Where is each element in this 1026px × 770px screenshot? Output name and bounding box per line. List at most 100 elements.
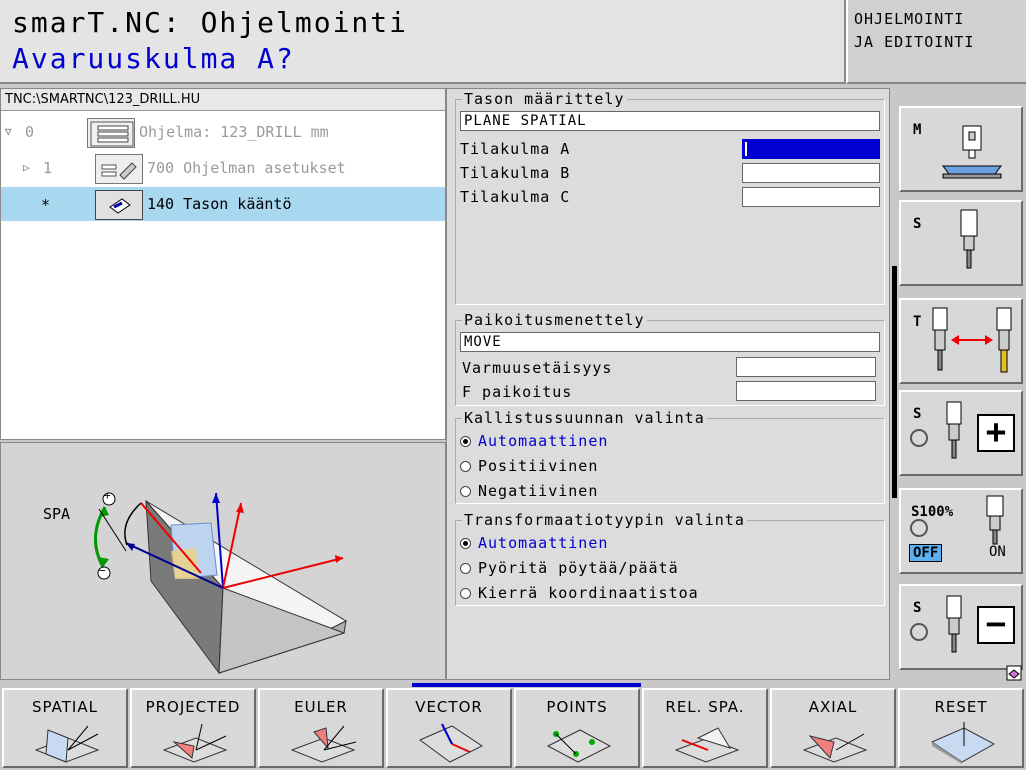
- help-graphic: SPA + −: [0, 442, 446, 680]
- spindle-minus-icon: [910, 595, 962, 653]
- euler-angles-icon: [290, 725, 357, 763]
- group-title: Transformaatiotyypin valinta: [462, 511, 747, 529]
- plane-definition-group: Tason määrittely PLANE SPATIAL Tilakulma…: [455, 90, 885, 305]
- softkey-spindle-override[interactable]: S100% OFF ON: [899, 488, 1023, 574]
- plus-button-symbol: +: [977, 414, 1015, 452]
- vector-icon: [419, 723, 483, 763]
- feed-positioning-input[interactable]: [736, 381, 876, 401]
- radio-dot-icon: [460, 588, 471, 599]
- program-tree: TNC:\SMARTNC\123_DRILL.HU ▽ 0 Ohjelma: 1…: [0, 88, 446, 440]
- angle-a-input[interactable]: [742, 139, 880, 159]
- softkey-vector[interactable]: VECTOR: [386, 688, 512, 768]
- softkey-axial[interactable]: AXIAL: [770, 688, 896, 768]
- tool-change-icon: [932, 307, 1012, 373]
- safety-distance-input[interactable]: [736, 357, 876, 377]
- softkey-label: RESET: [934, 698, 988, 716]
- radio-transform-auto[interactable]: Automaattinen: [460, 534, 608, 552]
- mode-line-2: JA EDITOINTI: [854, 33, 975, 51]
- angle-b-label: Tilakulma B: [460, 164, 571, 182]
- minus-sign: −: [99, 564, 106, 577]
- reset-plane-icon: [930, 722, 996, 764]
- radio-label: Negatiivinen: [478, 482, 599, 500]
- feed-positioning-label: F paikoitus: [462, 383, 573, 401]
- softkey-label: VECTOR: [415, 698, 483, 716]
- radio-dot-icon: [460, 538, 471, 549]
- softkey-page-indicator: [412, 683, 641, 687]
- tree-node-number: *: [41, 196, 51, 214]
- angle-b-input[interactable]: [742, 163, 880, 183]
- positioning-group: Paikoitusmenettely MOVE Varmuusetäisyys …: [455, 311, 885, 406]
- softkey-label: PROJECTED: [145, 698, 241, 716]
- radio-label: Positiivinen: [478, 457, 599, 475]
- axial-icon: [802, 733, 868, 763]
- spa-label: SPA: [43, 505, 71, 523]
- softkey-label: POINTS: [546, 698, 608, 716]
- file-path: TNC:\SMARTNC\123_DRILL.HU: [1, 89, 445, 111]
- spindle-plus-icon: [910, 401, 962, 459]
- softkey-euler[interactable]: EULER: [258, 688, 384, 768]
- projected-plane-icon: [162, 723, 228, 763]
- softkey-projected[interactable]: PROJECTED: [130, 688, 256, 768]
- softkey-label: EULER: [294, 698, 348, 716]
- angle-a-label: Tilakulma A: [460, 140, 571, 158]
- plane-type-field[interactable]: PLANE SPATIAL: [460, 111, 880, 131]
- tree-node-number: 0: [25, 123, 35, 141]
- override-on-toggle[interactable]: ON: [989, 544, 1006, 560]
- softkey-reset[interactable]: RESET: [898, 688, 1024, 768]
- softkey-tool-change[interactable]: T: [899, 298, 1023, 384]
- softkey-spindle[interactable]: S: [899, 200, 1023, 286]
- group-title: Kallistussuunnan valinta: [462, 409, 707, 427]
- radio-label: Kierrä koordinaatistoa: [478, 584, 699, 602]
- softkey-label: T: [913, 314, 922, 330]
- spindle-icon: [986, 495, 1004, 545]
- override-off-toggle[interactable]: OFF: [909, 544, 943, 562]
- radio-tilt-negative[interactable]: Negatiivinen: [460, 482, 598, 500]
- app-title: smarT.NC: Ohjelmointi: [12, 6, 409, 39]
- expand-icon[interactable]: ▽: [5, 125, 12, 138]
- radio-label: Automaattinen: [478, 534, 609, 552]
- mode-line-1: OHJELMOINTI: [854, 10, 965, 28]
- angle-c-input[interactable]: [742, 187, 880, 207]
- softkey-points[interactable]: POINTS: [514, 688, 640, 768]
- softkey-m-function[interactable]: M: [899, 106, 1023, 192]
- expand-icon[interactable]: ▷: [23, 161, 30, 174]
- settings-icon: [95, 154, 143, 184]
- softkey-label: SPATIAL: [32, 698, 98, 716]
- transformation-type-group: Transformaatiotyypin valinta Automaattin…: [455, 511, 885, 606]
- header-bar: smarT.NC: Ohjelmointi Avaruuskulma A?: [0, 0, 846, 84]
- tree-node-number: 1: [43, 159, 53, 177]
- radio-transform-rotate-coords[interactable]: Kierrä koordinaatistoa: [460, 584, 699, 602]
- input-prompt: Avaruuskulma A?: [12, 42, 295, 75]
- program-icon: [87, 118, 135, 148]
- group-title: Paikoitusmenettely: [462, 311, 647, 329]
- machine-icon: [942, 125, 1002, 179]
- tree-node-label: 140 Tason kääntö: [147, 195, 292, 213]
- radio-tilt-positive[interactable]: Positiivinen: [460, 457, 598, 475]
- softkey-spindle-minus[interactable]: S −: [899, 584, 1023, 670]
- tree-node-settings[interactable]: ▷ 1 700 Ohjelman asetukset: [1, 151, 445, 185]
- radio-dot-icon: [460, 486, 471, 497]
- spindle-override-icon: [910, 519, 928, 537]
- scrollbar-thumb[interactable]: [892, 266, 897, 498]
- softkey-rel-spa[interactable]: REL. SPA.: [642, 688, 768, 768]
- form-panel: Tason määrittely PLANE SPATIAL Tilakulma…: [446, 88, 890, 680]
- mode-indicator: OHJELMOINTI JA EDITOINTI: [846, 0, 1026, 84]
- text-cursor: [745, 142, 747, 156]
- softkey-label: REL. SPA.: [665, 698, 745, 716]
- softkey-spindle-plus[interactable]: S +: [899, 390, 1023, 476]
- radio-label: Pyöritä pöytää/päätä: [478, 559, 679, 577]
- tilt-plane-icon: [95, 190, 143, 220]
- radio-transform-rotate-table[interactable]: Pyöritä pöytää/päätä: [460, 559, 679, 577]
- radio-tilt-auto[interactable]: Automaattinen: [460, 432, 608, 450]
- positioning-mode-field[interactable]: MOVE: [460, 332, 880, 352]
- tree-node-program[interactable]: ▽ 0 Ohjelma: 123_DRILL mm: [1, 115, 445, 149]
- softkey-spatial[interactable]: SPATIAL: [2, 688, 128, 768]
- tree-node-tilt-selected[interactable]: * 140 Tason kääntö: [1, 187, 445, 221]
- radio-dot-icon: [460, 461, 471, 472]
- radio-dot-icon: [460, 563, 471, 574]
- tree-node-label: Ohjelma: 123_DRILL mm: [139, 123, 329, 141]
- group-title: Tason määrittely: [462, 90, 627, 108]
- safety-distance-label: Varmuusetäisyys: [462, 359, 613, 377]
- relative-spatial-icon: [674, 727, 740, 763]
- angle-c-label: Tilakulma C: [460, 188, 571, 206]
